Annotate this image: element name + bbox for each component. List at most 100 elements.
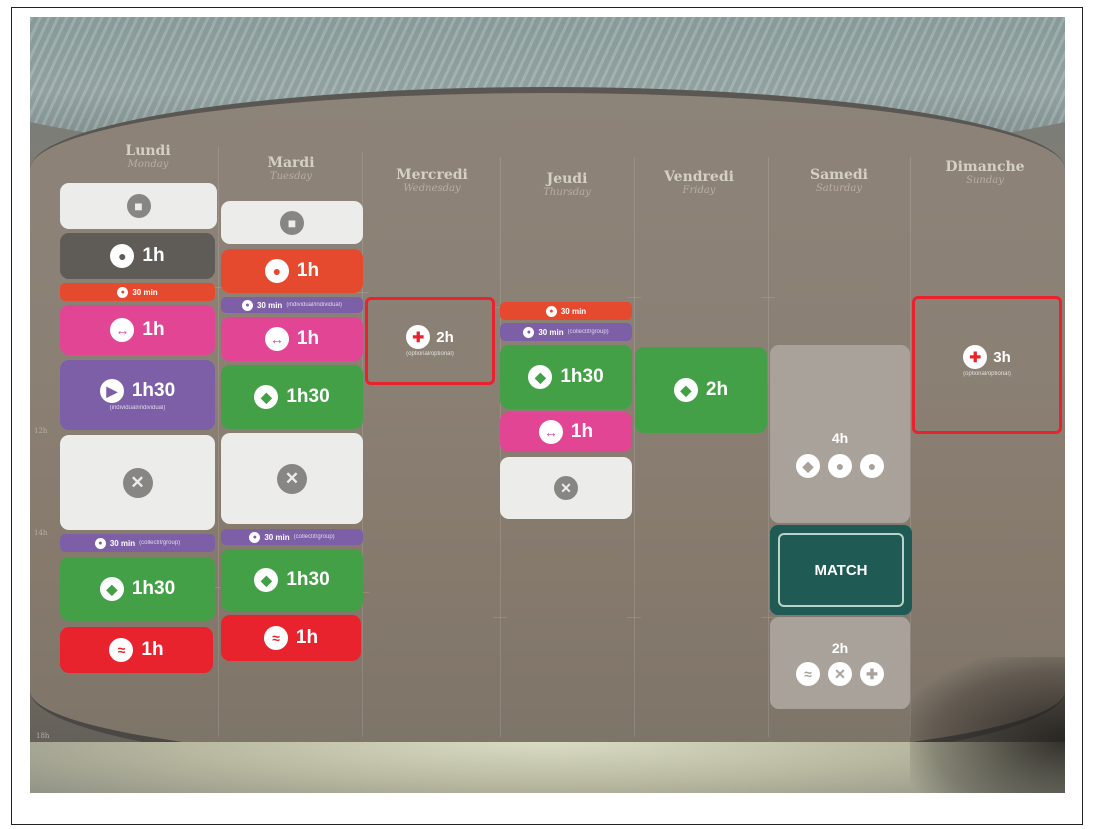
activity-sublabel: (collectif/group) [567,329,609,335]
activity-block: ● 30 min [60,283,215,301]
duration-label: 1h [142,245,165,266]
day-name: Dimanche [945,159,1025,175]
swimmer-icon: ≈ [263,626,288,650]
activity-block: ● 30 min (collectif/group) [221,529,363,545]
duration-label: 30 min [132,287,158,297]
duration-label: 3h [993,348,1011,366]
column-gridline [218,147,219,737]
duration-label: 1h [295,627,319,648]
photo: 12h 14h 18h Lundi Monday Mardi Tuesday M… [30,17,1065,793]
duration-label: 2h [705,379,729,400]
rugby-ball-icon: ◆ [99,577,124,601]
shadow-overlay [910,657,1065,793]
dumbbell-icon: ↔ [538,420,563,444]
duration-label: 4h [831,430,849,446]
cutlery-icon: ✕ [277,463,307,494]
day-name-en: Tuesday [269,171,313,182]
duration-label: 1h [142,319,165,340]
duration-label: 1h [141,639,164,660]
activity-block: ◆ 1h30 [500,345,632,409]
rugby-ball-icon: ◆ [528,365,553,389]
day-name: Samedi [809,167,868,183]
activity-block: ◆ 1h30 [221,549,363,611]
day-header-wednesday: Mercredi Wednesday [357,167,507,194]
activity-block: ↔ 1h [60,305,215,355]
day-name: Mardi [267,155,315,171]
rugby-ball-icon: ◆ [254,385,279,409]
duration-label: 2h [831,640,849,656]
duration-label: 2h [436,328,454,346]
day-header-friday: Vendredi Friday [624,169,774,196]
activity-sublabel: (collectif/group) [139,540,181,546]
video-camera-icon: ▶ [99,379,124,403]
duration-label: 1h30 [131,578,176,599]
activity-block: ▶ 1h30 (individual/individual) [60,360,215,430]
duration-label: 1h [296,328,320,349]
activity-sublabel: (optional/optional) [963,371,1011,377]
day-name: Vendredi [664,169,734,185]
column-gridline [634,157,635,737]
hour-label: 12h [34,427,48,435]
day-name: Mercredi [396,167,468,183]
duration-label: 30 min [109,538,136,548]
activity-block: 2h ≈ ✕ ✚ [770,617,910,709]
activity-block: ↔ 1h [500,412,632,452]
cutlery-icon: ✕ [122,467,153,498]
day-name-en: Sunday [966,175,1004,186]
duration-label: 1h30 [286,569,330,590]
cutlery-icon: ✕ [828,662,852,686]
hour-label: 14h [34,529,48,537]
match-block: MATCH [770,525,912,615]
activity-block: ≈ 1h [221,615,361,661]
duration-label: 30 min [538,327,564,337]
rugby-ball-icon: ◆ [796,454,820,478]
activity-block: ◆ 1h30 [60,557,215,621]
activity-sublabel: (collectif/group) [293,534,335,540]
activity-block: 4h ◆ ● ● [770,345,910,523]
day-name-en: Wednesday [403,183,461,194]
activity-block: ● 1h [60,233,215,279]
activity-block: ■ [60,183,217,229]
duration-label: 1h30 [286,386,330,407]
activity-block: ● 30 min (collectif/group) [500,323,632,341]
activity-block: ■ [221,201,363,244]
dumbbell-icon: ↔ [110,318,135,342]
day-header-tuesday: Mardi Tuesday [216,155,366,182]
activity-block: ● 30 min [500,302,632,320]
column-gridline [768,157,769,737]
team-meeting-icon: ● [110,244,135,268]
dumbbell-icon: ↔ [264,327,289,351]
activity-sublabel: (optional/optional) [406,351,454,357]
duration-label: 1h30 [560,366,604,387]
medical-cross-icon: ✚ [963,345,988,369]
activity-block: ◆ 1h30 [221,365,363,429]
day-header-sunday: Dimanche Sunday [910,159,1060,186]
day-name: Lundi [125,143,171,159]
activity-block: ● 30 min (individual/individual) [221,297,363,313]
activity-block: ✕ [60,435,215,530]
day-name-en: Friday [682,185,716,196]
activity-block: ● 30 min (collectif/group) [60,534,215,552]
grid-tick [627,617,641,618]
rugby-ball-icon: ◆ [254,568,279,592]
swimmer-icon: ≈ [109,638,134,662]
chat-bubble-icon: ● [249,531,261,543]
activity-block: ✕ [500,457,632,519]
match-label: MATCH [778,533,904,607]
activity-block: ● 1h [221,249,363,293]
hour-label: 18h [36,732,50,740]
runner-icon: ● [545,305,557,317]
duration-label: 30 min [264,532,290,542]
chat-bubble-icon: ● [241,299,253,311]
activity-block: ✚ 3h (optional/optional) [912,296,1062,426]
day-name-en: Monday [127,159,169,170]
runner-icon: ● [117,286,129,298]
day-header-thursday: Jeudi Thursday [492,171,642,198]
duration-label: 30 min [560,306,587,316]
team-meeting-icon: ● [860,454,884,478]
grid-tick [761,297,775,298]
activity-block: ✕ [221,433,363,524]
duration-label: 1h [296,260,320,281]
grid-tick [627,297,641,298]
grid-tick [493,617,507,618]
